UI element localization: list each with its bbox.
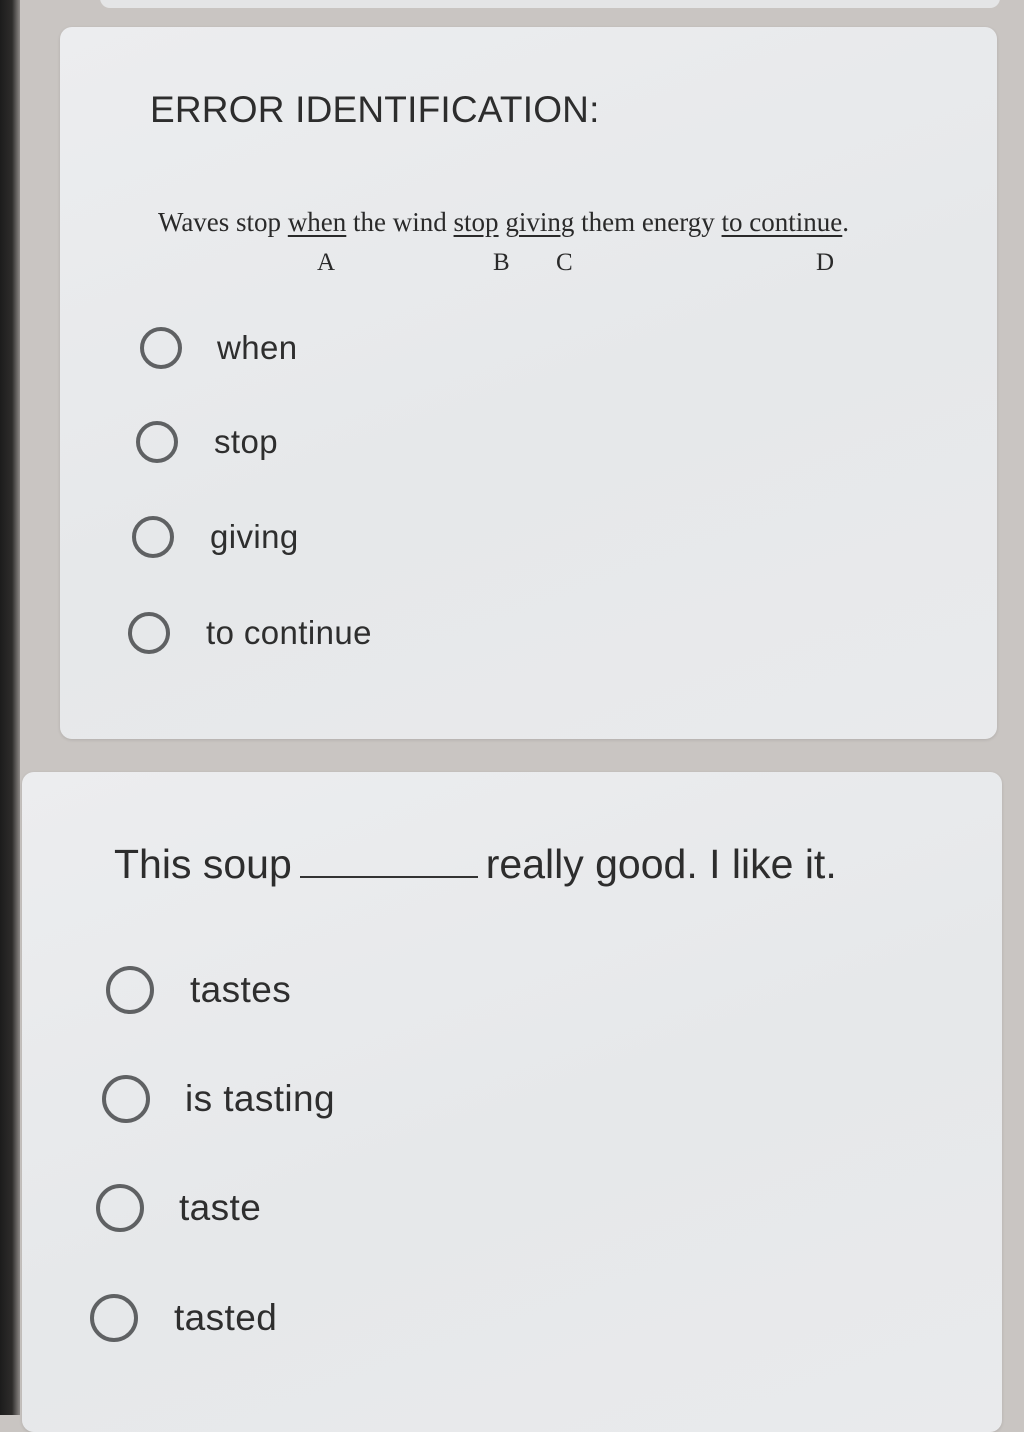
letter-c: C bbox=[556, 249, 573, 276]
option-when[interactable]: when bbox=[140, 327, 298, 369]
option-label: stop bbox=[214, 423, 278, 460]
option-label: tasted bbox=[174, 1297, 278, 1338]
option-is-tasting[interactable]: is tasting bbox=[102, 1075, 335, 1123]
letter-a: A bbox=[317, 249, 336, 276]
sentence-text: the wind bbox=[346, 207, 454, 237]
device-bezel bbox=[0, 0, 20, 1415]
underlined-stop: stop bbox=[453, 207, 499, 237]
letter-d: D bbox=[816, 249, 835, 276]
sentence-text: them energy bbox=[574, 207, 722, 237]
option-label: giving bbox=[210, 518, 299, 555]
sentence-text: . bbox=[842, 207, 850, 237]
underlined-to-continue: to continue bbox=[721, 207, 843, 237]
option-to-continue[interactable]: to continue bbox=[128, 612, 372, 654]
option-giving[interactable]: giving bbox=[132, 516, 299, 558]
question-sentence: This soup really good. I like it. bbox=[114, 840, 837, 888]
option-tastes[interactable]: tastes bbox=[106, 966, 291, 1014]
radio-button[interactable] bbox=[136, 421, 178, 463]
option-label: taste bbox=[179, 1187, 262, 1228]
question-card-fill-blank: This soup really good. I like it. tastes … bbox=[22, 772, 1002, 1432]
radio-button[interactable] bbox=[106, 966, 154, 1014]
question-card-error-identification: ERROR IDENTIFICATION: Waves stop when th… bbox=[60, 27, 997, 739]
radio-button[interactable] bbox=[96, 1184, 144, 1232]
option-taste[interactable]: taste bbox=[96, 1184, 261, 1232]
radio-button[interactable] bbox=[128, 612, 170, 654]
option-label: is tasting bbox=[185, 1078, 336, 1119]
previous-card-edge bbox=[100, 0, 1000, 8]
question-sentence: Waves stop when the wind stop giving the… bbox=[158, 207, 849, 238]
option-label: when bbox=[217, 329, 298, 366]
letter-b: B bbox=[493, 249, 510, 276]
underlined-giving: giving bbox=[505, 207, 575, 237]
option-label: to continue bbox=[206, 614, 372, 651]
question-end: really good. I like it. bbox=[485, 841, 837, 887]
option-stop[interactable]: stop bbox=[136, 421, 278, 463]
sentence-text: Waves stop bbox=[158, 207, 288, 237]
option-label: tastes bbox=[190, 969, 292, 1010]
question-start: This soup bbox=[114, 841, 292, 887]
option-tasted[interactable]: tasted bbox=[90, 1294, 277, 1342]
underlined-when: when bbox=[287, 207, 347, 237]
radio-button[interactable] bbox=[140, 327, 182, 369]
radio-button[interactable] bbox=[102, 1075, 150, 1123]
radio-button[interactable] bbox=[90, 1294, 138, 1342]
answer-blank bbox=[299, 840, 478, 878]
question-title: ERROR IDENTIFICATION: bbox=[150, 89, 600, 130]
radio-button[interactable] bbox=[132, 516, 174, 558]
